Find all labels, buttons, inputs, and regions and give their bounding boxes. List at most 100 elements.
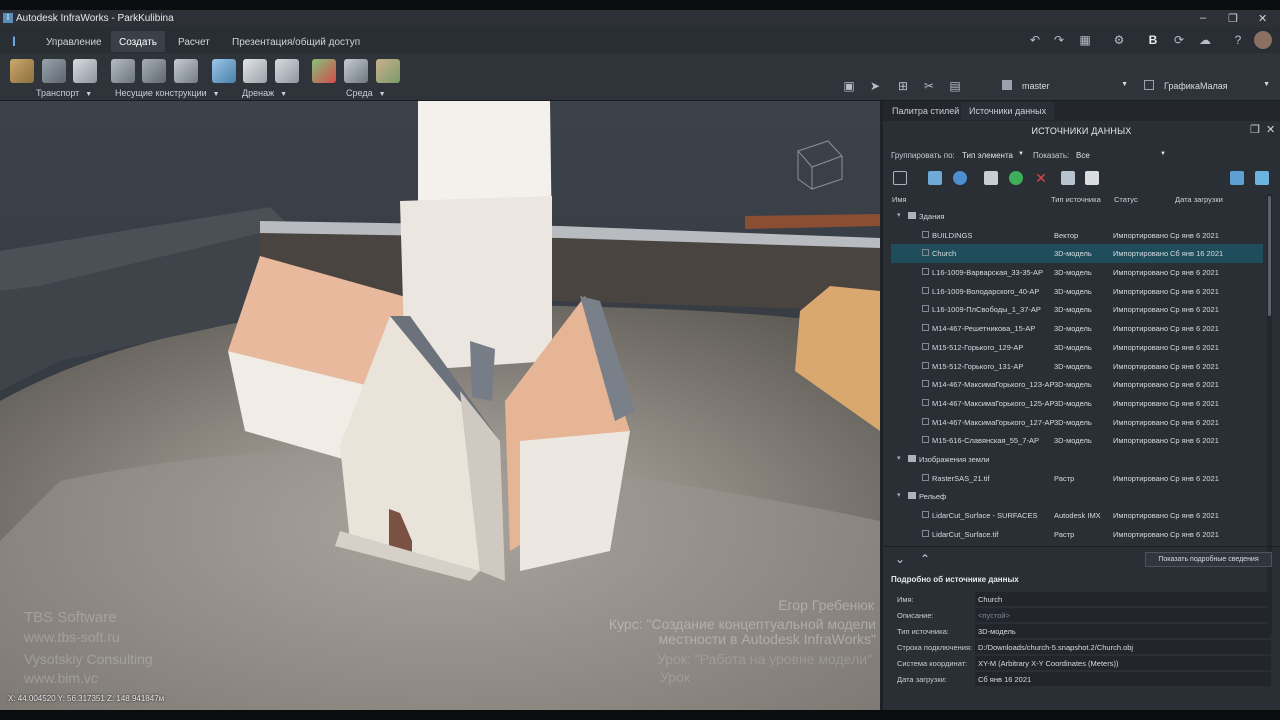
table-row[interactable]: L16-1009-ПлСвободы_1_37-АР 3D-модель Импор… <box>891 300 1263 319</box>
expand-caret-icon[interactable]: ▾ <box>897 491 901 499</box>
table-row[interactable]: M14-467-Решетникова_15-АР 3D-модель Импорт… <box>891 319 1263 338</box>
pipeline-icon[interactable] <box>73 59 97 83</box>
traffic-light-icon[interactable] <box>312 59 336 83</box>
table-row[interactable]: M14-467-МаксимаГорького_127-АР 3D-модель И… <box>891 413 1263 432</box>
bridge-icon[interactable] <box>111 59 135 83</box>
undo-icon[interactable]: ↶ <box>1026 31 1044 49</box>
table-row[interactable]: BUILDINGS Вектор Импортировано Ср янв 6 202… <box>891 226 1263 245</box>
pipe-icon[interactable] <box>243 59 267 83</box>
select-icon[interactable]: ➤ <box>866 77 884 95</box>
maximize-icon[interactable]: ❐ <box>1228 12 1238 25</box>
tunnel-icon[interactable] <box>142 59 166 83</box>
undock-icon[interactable]: ❐ <box>1250 123 1260 136</box>
show-select[interactable]: Все ▼ <box>1076 151 1166 160</box>
group-by-select[interactable]: Тип элемента ▼ <box>962 151 1024 160</box>
group-row[interactable]: ▾ Изображения земли <box>891 450 1263 469</box>
tab-data-sources[interactable]: Источники данных <box>961 102 1055 120</box>
row-checkbox[interactable] <box>922 342 929 350</box>
tab-style-palette[interactable]: Палитра стилей <box>892 106 959 116</box>
table-row[interactable]: L16-1009-Володарского_40-АР 3D-модель Импо… <box>891 282 1263 301</box>
city-furniture-icon[interactable] <box>344 59 368 83</box>
row-checkbox[interactable] <box>922 286 929 294</box>
table-row[interactable]: M14-467-МаксимаГорького_125-АР 3D-модель И… <box>891 394 1263 413</box>
structure-icon[interactable] <box>174 59 198 83</box>
column-status[interactable]: Статус <box>1114 195 1138 204</box>
table-row[interactable]: LidarCut_Surface - SURFACES Autodesk IMX И… <box>891 506 1263 525</box>
expand-all-icon[interactable]: ⌃ <box>920 552 930 566</box>
table-row[interactable]: LidarCut_Surface.tif Растр Импортировано Ср… <box>891 525 1263 544</box>
configure-icon[interactable] <box>1061 171 1075 185</box>
infraworks-logo-icon[interactable]: I <box>12 33 16 49</box>
3d-viewport[interactable]: TBS Software www.tbs-soft.ru Vysotskiy C… <box>0 101 880 710</box>
railway-icon[interactable] <box>42 59 66 83</box>
sync-icon[interactable]: ⟳ <box>1170 31 1188 49</box>
add-source-icon[interactable] <box>893 171 907 185</box>
ribbon-group-drainage[interactable]: Дренаж ▼ <box>242 88 287 98</box>
row-checkbox[interactable] <box>922 305 929 313</box>
tab-create[interactable]: Создать <box>111 31 166 52</box>
terrain-icon[interactable] <box>376 59 400 83</box>
refresh-icon[interactable] <box>1009 171 1023 185</box>
show-details-button[interactable]: Показать подробные сведения <box>1145 552 1272 567</box>
gear-icon[interactable]: ⚙ <box>1110 31 1128 49</box>
detail-value[interactable]: Сб янв 16 2021 <box>975 672 1271 686</box>
table-row[interactable]: L16-1009-Варварская_33-35-АР 3D-модель Имп… <box>891 263 1263 282</box>
measure-icon[interactable]: ⊞ <box>894 77 912 95</box>
branch-select[interactable]: master ▼ <box>1002 78 1128 96</box>
connect-icon[interactable] <box>953 171 967 185</box>
tab-analyze[interactable]: Расчет <box>170 34 218 51</box>
road-icon[interactable] <box>10 59 34 83</box>
row-checkbox[interactable] <box>922 249 929 257</box>
redo-icon[interactable]: ↷ <box>1050 31 1068 49</box>
ribbon-group-structures[interactable]: Несущие конструкции ▼ <box>115 88 220 98</box>
tab-manage[interactable]: Управление <box>38 34 110 51</box>
cloud-sync-icon[interactable] <box>1255 171 1269 185</box>
panel-icon[interactable]: ▤ <box>946 77 964 95</box>
expand-caret-icon[interactable]: ▾ <box>897 211 901 219</box>
row-checkbox[interactable] <box>922 398 929 406</box>
culvert-icon[interactable] <box>275 59 299 83</box>
graphics-select[interactable]: ГрафикаМалая ▼ <box>1144 78 1270 96</box>
column-source-type[interactable]: Тип источника <box>1051 195 1101 204</box>
layout-icon[interactable]: ▦ <box>1076 31 1094 49</box>
avatar[interactable] <box>1254 31 1272 49</box>
tab-present-share[interactable]: Презентация/общий доступ <box>224 34 368 51</box>
close-connection-icon[interactable] <box>1230 171 1244 185</box>
row-checkbox[interactable] <box>922 417 929 425</box>
group-row[interactable]: ▾ Рельеф <box>891 487 1263 506</box>
bim-icon[interactable]: B <box>1144 31 1162 49</box>
row-checkbox[interactable] <box>922 230 929 238</box>
table-row[interactable]: M14-467-МаксимаГорького_123-АР 3D-модель И… <box>891 375 1263 394</box>
scrollbar-thumb[interactable] <box>1268 196 1271 316</box>
ribbon-group-environment[interactable]: Среда ▼ <box>346 88 386 98</box>
export-icon[interactable] <box>1085 171 1099 185</box>
group-row[interactable]: ▾ Здания <box>891 207 1263 226</box>
row-checkbox[interactable] <box>922 529 929 537</box>
tools-icon[interactable]: ✂ <box>920 77 938 95</box>
table-row[interactable]: RasterSAS_21.tif Растр Импортировано Ср янв… <box>891 469 1263 488</box>
row-checkbox[interactable] <box>922 268 929 276</box>
close-icon[interactable]: ✕ <box>1266 123 1275 136</box>
table-row[interactable]: M15-512-Горького_131-АР 3D-модель Импортир… <box>891 357 1263 376</box>
drainage-icon[interactable] <box>212 59 236 83</box>
delete-icon[interactable]: ✕ <box>1034 171 1048 185</box>
detail-value[interactable]: D:/Downloads/church-5.snapshot.2/Church.… <box>975 640 1271 654</box>
column-name[interactable]: Имя <box>892 195 907 204</box>
copy-icon[interactable] <box>984 171 998 185</box>
view-icon[interactable]: ▣ <box>840 77 858 95</box>
row-checkbox[interactable] <box>922 361 929 369</box>
ribbon-group-transport[interactable]: Транспорт ▼ <box>36 88 92 98</box>
cloud-icon[interactable]: ☁ <box>1196 31 1214 49</box>
row-checkbox[interactable] <box>922 324 929 332</box>
database-icon[interactable] <box>928 171 942 185</box>
detail-value[interactable]: Church <box>975 592 1271 606</box>
table-row[interactable]: M15-512-Горького_129-АР 3D-модель Импортир… <box>891 338 1263 357</box>
row-checkbox[interactable] <box>922 380 929 388</box>
close-icon[interactable]: ✕ <box>1258 12 1267 25</box>
expand-caret-icon[interactable]: ▾ <box>897 454 901 462</box>
detail-value[interactable]: XY-M (Arbitrary X-Y Coordinates (Meters)… <box>975 656 1271 670</box>
row-checkbox[interactable] <box>922 511 929 518</box>
help-icon[interactable]: ? <box>1229 31 1247 49</box>
table-row[interactable]: Church 3D-модель Импортировано Сб янв 16 20… <box>891 244 1263 264</box>
collapse-all-icon[interactable]: ⌄ <box>895 552 905 566</box>
